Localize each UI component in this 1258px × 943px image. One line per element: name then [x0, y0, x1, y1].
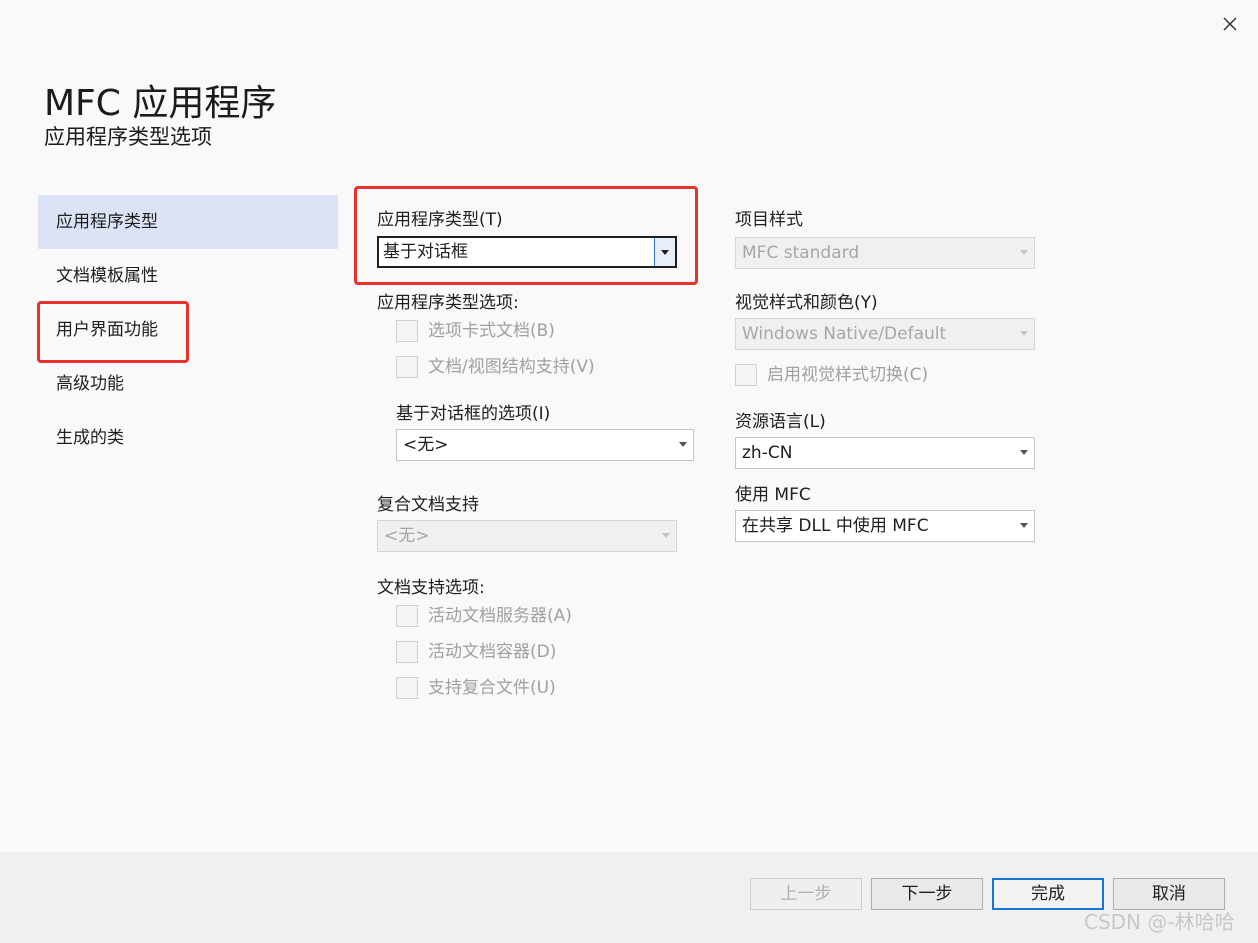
use-mfc-label: 使用 MFC: [735, 485, 811, 505]
tabbed-docs-label: 选项卡式文档(B): [428, 321, 555, 341]
visual-style-select[interactable]: Windows Native/Default: [735, 318, 1035, 350]
visual-style-label: 视觉样式和颜色(Y): [735, 293, 878, 313]
dialog-options-label: 基于对话框的选项(I): [396, 404, 551, 424]
close-button[interactable]: [1218, 12, 1242, 36]
active-doc-server-checkbox[interactable]: 活动文档服务器(A): [396, 605, 636, 627]
checkbox-box[interactable]: [396, 677, 418, 699]
doc-support-label: 文档支持选项:: [377, 578, 485, 598]
visual-style-toggle-checkbox[interactable]: 启用视觉样式切换(C): [735, 364, 975, 386]
nav-item-advanced[interactable]: 高级功能: [38, 357, 338, 411]
doc-view-checkbox[interactable]: 文档/视图结构支持(V): [396, 356, 656, 378]
nav-item-doc-template[interactable]: 文档模板属性: [38, 249, 338, 303]
checkbox-box[interactable]: [396, 605, 418, 627]
chevron-down-icon: [679, 442, 687, 447]
compound-files-checkbox[interactable]: 支持复合文件(U): [396, 677, 636, 699]
dialog-options-select[interactable]: <无>: [396, 429, 694, 461]
nav-item-app-type[interactable]: 应用程序类型: [38, 195, 338, 249]
tabbed-docs-checkbox[interactable]: 选项卡式文档(B): [396, 320, 636, 342]
app-type-label: 应用程序类型(T): [377, 210, 503, 230]
checkbox-box[interactable]: [735, 364, 757, 386]
prev-button[interactable]: 上一步: [750, 878, 862, 910]
doc-view-label: 文档/视图结构支持(V): [428, 357, 595, 377]
close-icon: [1223, 17, 1237, 31]
next-button[interactable]: 下一步: [871, 878, 983, 910]
app-type-options-label: 应用程序类型选项:: [377, 293, 519, 313]
compound-files-label: 支持复合文件(U): [428, 678, 556, 698]
project-style-select[interactable]: MFC standard: [735, 237, 1035, 269]
compound-doc-label: 复合文档支持: [377, 495, 479, 515]
active-doc-server-label: 活动文档服务器(A): [428, 606, 572, 626]
chevron-down-icon: [1020, 450, 1028, 455]
project-style-value: MFC standard: [742, 243, 860, 263]
visual-style-toggle-label: 启用视觉样式切换(C): [767, 365, 929, 385]
chevron-down-icon[interactable]: [654, 238, 675, 266]
chevron-down-icon: [662, 533, 670, 538]
visual-style-value: Windows Native/Default: [742, 324, 947, 344]
checkbox-box[interactable]: [396, 356, 418, 378]
chevron-down-icon: [1020, 250, 1028, 255]
dialog-subtitle: 应用程序类型选项: [44, 125, 212, 149]
highlight-box-ui-features: [37, 301, 189, 363]
chevron-down-icon: [1020, 331, 1028, 336]
app-type-select[interactable]: 基于对话框: [377, 236, 677, 268]
chevron-down-icon: [1020, 523, 1028, 528]
resource-lang-value: zh-CN: [742, 443, 793, 463]
nav-item-generated-classes[interactable]: 生成的类: [38, 411, 338, 465]
checkbox-box[interactable]: [396, 320, 418, 342]
resource-lang-label: 资源语言(L): [735, 412, 826, 432]
active-doc-container-checkbox[interactable]: 活动文档容器(D): [396, 641, 636, 663]
watermark: CSDN @-林哈哈: [1084, 910, 1235, 934]
compound-doc-value: <无>: [384, 526, 430, 546]
compound-doc-select[interactable]: <无>: [377, 520, 677, 552]
dialog-title: MFC 应用程序: [44, 83, 277, 124]
project-style-label: 项目样式: [735, 210, 803, 230]
app-type-value: 基于对话框: [383, 242, 468, 262]
checkbox-box[interactable]: [396, 641, 418, 663]
resource-lang-select[interactable]: zh-CN: [735, 437, 1035, 469]
use-mfc-select[interactable]: 在共享 DLL 中使用 MFC: [735, 510, 1035, 542]
use-mfc-value: 在共享 DLL 中使用 MFC: [742, 516, 929, 536]
active-doc-container-label: 活动文档容器(D): [428, 642, 557, 662]
dialog-options-value: <无>: [403, 435, 449, 455]
